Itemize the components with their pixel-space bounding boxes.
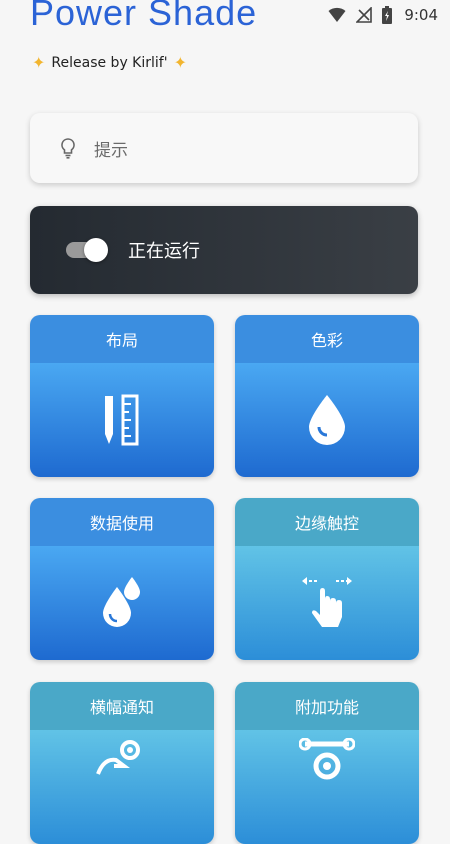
- tile-color-label: 色彩: [235, 315, 419, 363]
- lightbulb-icon: [61, 138, 75, 159]
- hint-card[interactable]: 提示: [30, 113, 418, 183]
- tile-edge-touch[interactable]: 边缘触控: [235, 498, 419, 660]
- hint-label: 提示: [94, 140, 128, 161]
- water-drop-icon: [309, 395, 345, 445]
- app-title: Power Shade: [30, 0, 258, 33]
- service-status-card[interactable]: 正在运行: [30, 206, 418, 294]
- wifi-icon: [328, 7, 346, 22]
- tile-layout[interactable]: 布局: [30, 315, 214, 477]
- subtitle-text: Release by Kirlif': [51, 54, 168, 71]
- tile-extras-body: [235, 730, 419, 844]
- no-signal-icon: [356, 7, 373, 23]
- tile-data-usage-label: 数据使用: [30, 498, 214, 546]
- status-icons: 9:04: [328, 6, 438, 24]
- tile-data-usage[interactable]: 数据使用: [30, 498, 214, 660]
- tile-layout-label: 布局: [30, 315, 214, 363]
- tile-extras[interactable]: 附加功能: [235, 682, 419, 844]
- status-time: 9:04: [404, 6, 438, 24]
- hand-gear-icon: [96, 740, 140, 775]
- service-status-label: 正在运行: [128, 241, 200, 262]
- tile-banner-notification[interactable]: 横幅通知: [30, 682, 214, 844]
- tile-edge-touch-label: 边缘触控: [235, 498, 419, 546]
- pencil-ruler-icon: [105, 394, 139, 446]
- tile-color-body: [235, 363, 419, 477]
- battery-charging-icon: [382, 6, 393, 24]
- double-drop-icon: [103, 577, 140, 627]
- service-toggle[interactable]: [66, 238, 108, 262]
- wrench-gear-icon: [299, 738, 355, 780]
- tile-banner-notification-label: 横幅通知: [30, 682, 214, 730]
- tile-edge-touch-body: [235, 546, 419, 660]
- tile-data-usage-body: [30, 546, 214, 660]
- sparkle-icon: ✦: [32, 53, 46, 72]
- tile-extras-label: 附加功能: [235, 682, 419, 730]
- swipe-hand-icon: [302, 577, 352, 627]
- tile-color[interactable]: 色彩: [235, 315, 419, 477]
- tile-layout-body: [30, 363, 214, 477]
- tile-banner-notification-body: [30, 730, 214, 844]
- toggle-knob: [84, 238, 108, 262]
- sparkle-icon: ✦: [173, 53, 187, 72]
- release-subtitle: ✦ Release by Kirlif' ✦: [32, 53, 187, 72]
